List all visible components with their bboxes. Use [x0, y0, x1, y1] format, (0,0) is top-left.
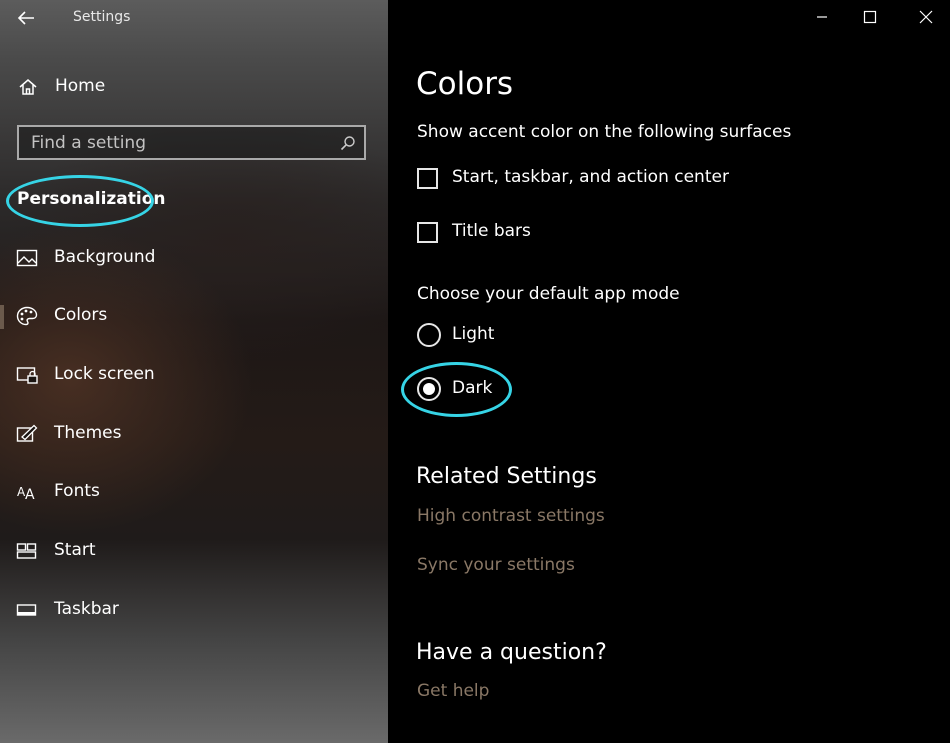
have-a-question-title: Have a question? — [416, 640, 607, 665]
checkbox-box — [417, 168, 438, 189]
back-button[interactable] — [14, 6, 38, 30]
start-icon — [16, 543, 37, 559]
sidebar-item-taskbar[interactable]: Taskbar — [0, 590, 388, 630]
home-label: Home — [55, 76, 106, 96]
sidebar-item-label: Colors — [54, 305, 108, 325]
sidebar: Settings Home Find a setting Personaliza… — [0, 0, 388, 743]
link-high-contrast-settings[interactable]: High contrast settings — [417, 506, 605, 526]
sidebar-item-label: Lock screen — [54, 364, 155, 384]
home-icon — [19, 79, 37, 95]
radio-light[interactable]: Light — [417, 322, 617, 350]
minimize-button[interactable] — [799, 0, 845, 34]
taskbar-icon — [16, 604, 37, 616]
sidebar-item-themes[interactable]: Themes — [0, 414, 388, 454]
radio-label: Light — [452, 324, 495, 344]
sidebar-item-label: Start — [54, 540, 96, 560]
checkbox-start-taskbar-action-center[interactable]: Start, taskbar, and action center — [417, 167, 747, 193]
checkbox-title-bars[interactable]: Title bars — [417, 221, 747, 247]
sidebar-item-start[interactable]: Start — [0, 531, 388, 571]
back-arrow-icon — [17, 11, 34, 25]
main-content: Colors Show accent color on the followin… — [388, 0, 950, 743]
sidebar-item-fonts[interactable]: A A Fonts — [0, 472, 388, 512]
themes-icon — [16, 424, 38, 442]
checkbox-box — [417, 222, 438, 243]
sidebar-item-lock-screen[interactable]: Lock screen — [0, 355, 388, 395]
search-placeholder: Find a setting — [31, 133, 146, 153]
sidebar-item-background[interactable]: Background — [0, 238, 388, 278]
svg-text:A: A — [25, 487, 35, 502]
link-sync-your-settings[interactable]: Sync your settings — [417, 555, 575, 575]
minimize-icon — [817, 16, 827, 18]
annotation-ellipse-personalization — [6, 175, 154, 227]
link-get-help[interactable]: Get help — [417, 681, 489, 701]
maximize-button[interactable] — [847, 0, 893, 34]
close-button[interactable] — [903, 0, 949, 34]
sidebar-item-label: Taskbar — [54, 599, 119, 619]
sidebar-item-label: Background — [54, 247, 156, 267]
lock-screen-icon — [16, 367, 38, 384]
sidebar-item-label: Fonts — [54, 481, 100, 501]
home-nav-item[interactable]: Home — [0, 70, 388, 104]
app-mode-label: Choose your default app mode — [417, 284, 680, 304]
app-title: Settings — [73, 9, 131, 25]
related-settings-title: Related Settings — [416, 464, 597, 489]
close-icon — [919, 10, 933, 24]
radio-circle — [417, 323, 441, 347]
fonts-icon: A A — [17, 485, 35, 502]
checkbox-label: Start, taskbar, and action center — [452, 167, 729, 187]
page-title: Colors — [416, 66, 514, 102]
search-icon[interactable] — [340, 135, 356, 151]
palette-icon — [16, 306, 38, 326]
title-bar: Settings — [0, 0, 388, 36]
annotation-ellipse-dark — [401, 362, 512, 417]
picture-icon — [16, 249, 38, 267]
accent-surfaces-label: Show accent color on the following surfa… — [417, 122, 792, 142]
settings-window: Settings Home Find a setting Personaliza… — [0, 0, 950, 743]
search-input[interactable]: Find a setting — [17, 125, 366, 160]
maximize-icon — [863, 10, 877, 24]
sidebar-item-label: Themes — [54, 423, 122, 443]
sidebar-item-colors[interactable]: Colors — [0, 296, 388, 336]
checkbox-label: Title bars — [452, 221, 531, 241]
